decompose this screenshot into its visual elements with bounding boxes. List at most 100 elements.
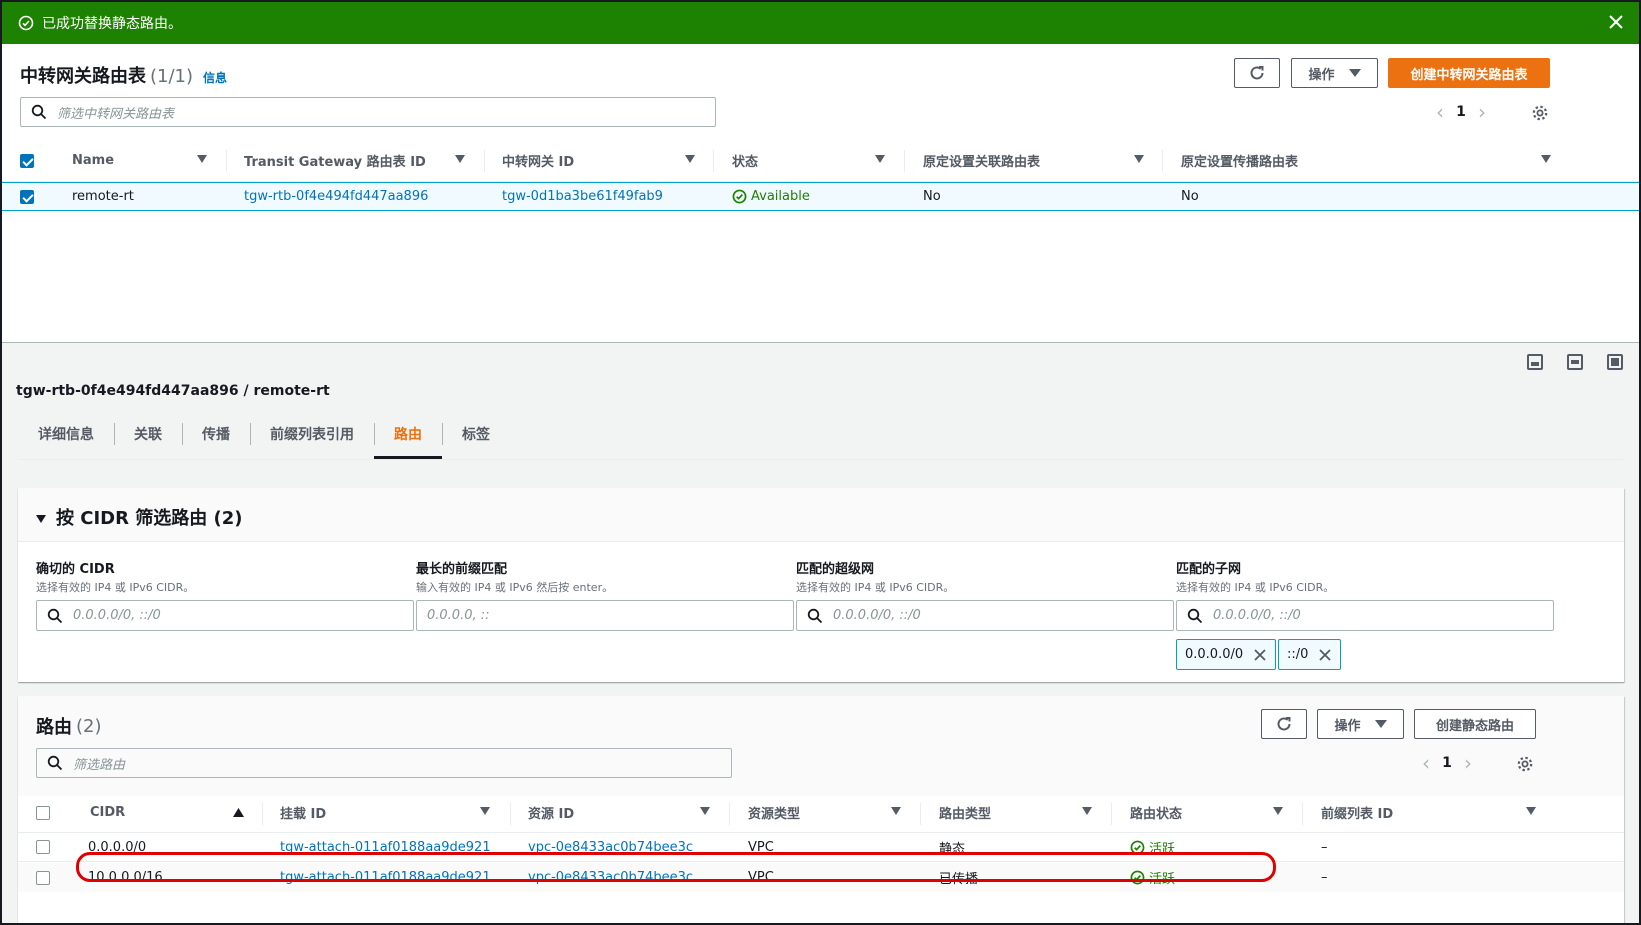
col-route-state[interactable]: 路由状态 [1130,793,1182,832]
search-icon [1187,608,1203,623]
sort-icon[interactable] [455,155,465,163]
select-all-checkbox[interactable] [36,793,50,832]
longest-prefix-field: 最长的前缀匹配 输入有效的 IP4 或 IPv6 然后按 enter。 0.0.… [416,558,794,631]
gear-icon[interactable] [1531,104,1549,122]
supernet-input[interactable]: 0.0.0.0/0, ::/0 [796,600,1174,631]
cell-attachment-link[interactable]: tgw-attach-011af0188aa9de921 [280,833,491,861]
breadcrumb: tgw-rtb-0f4e494fd447aa896 / remote-rt [16,383,330,399]
create-route-table-button[interactable]: 创建中转网关路由表 [1388,58,1550,88]
gear-icon[interactable] [1516,755,1534,773]
filter-token: ::/0 [1278,639,1342,670]
status-badge: 活跃 [1130,863,1175,892]
table-row[interactable]: 10.0.0.0/16 tgw-attach-011af0188aa9de921… [18,863,1624,892]
flash-message: 已成功替换静态路由。 [42,16,182,32]
success-flash: 已成功替换静态路由。 [2,2,1639,44]
col-resource-id[interactable]: 资源 ID [528,793,574,832]
route-tables-panel: 中转网关路由表 (1/1) 信息 操作 创建中转网关路由表 筛选中转网关路由表 … [2,44,1639,342]
col-tgw-id[interactable]: 中转网关 ID [502,140,574,181]
cell-resource-type: VPC [748,870,774,885]
remove-token-icon[interactable] [1253,648,1267,662]
col-default-prop[interactable]: 原定设置传播路由表 [1181,140,1298,181]
sort-icon[interactable] [1134,155,1144,163]
routes-actions-button[interactable]: 操作 [1317,709,1404,739]
col-route-type[interactable]: 路由类型 [939,793,991,832]
tab-details[interactable]: 详细信息 [18,413,114,455]
create-static-route-button[interactable]: 创建静态路由 [1414,709,1536,739]
next-page-icon[interactable]: › [1454,751,1482,775]
row-checkbox[interactable] [20,183,34,210]
row-checkbox[interactable] [36,863,50,892]
sort-icon[interactable] [685,155,695,163]
sort-icon[interactable] [197,155,207,163]
prev-page-icon[interactable]: ‹ [1412,751,1440,775]
exact-cidr-input[interactable]: 0.0.0.0/0, ::/0 [36,600,414,631]
sort-icon[interactable] [700,807,710,815]
col-default-assoc[interactable]: 原定设置关联路由表 [923,140,1040,181]
sort-icon[interactable] [1541,155,1551,163]
route-table-search-input[interactable]: 筛选中转网关路由表 [20,97,716,127]
routes-refresh-button[interactable] [1261,709,1307,739]
sort-asc-icon[interactable] [233,808,244,817]
tab-associations[interactable]: 关联 [114,413,182,455]
col-rtb-id[interactable]: Transit Gateway 路由表 ID [244,140,426,181]
close-icon[interactable] [1607,13,1625,31]
current-page[interactable]: 1 [1440,755,1454,771]
actions-button[interactable]: 操作 [1291,58,1378,88]
info-link[interactable]: 信息 [203,69,227,86]
tab-tags[interactable]: 标签 [442,413,510,455]
longest-prefix-input[interactable]: 0.0.0.0, :: [416,600,794,631]
search-icon [31,104,47,120]
page-title: 中转网关路由表 (1/1) 信息 [20,66,228,87]
select-all-checkbox[interactable] [20,140,34,181]
app-frame: 已成功替换静态路由。 中转网关路由表 (1/1) 信息 操作 创建中转网关路由表… [0,0,1641,925]
exact-cidr-field: 确切的 CIDR 选择有效的 IP4 或 IPv6 CIDR。 0.0.0.0/… [36,558,414,631]
cell-rtb-id-link[interactable]: tgw-rtb-0f4e494fd447aa896 [244,183,428,210]
cell-name: remote-rt [72,189,134,204]
sort-icon[interactable] [1526,807,1536,815]
col-resource-type[interactable]: 资源类型 [748,793,800,832]
cell-attachment-link[interactable]: tgw-attach-011af0188aa9de921 [280,863,491,892]
cell-default-assoc: No [923,189,941,204]
sort-icon[interactable] [1082,807,1092,815]
table-row[interactable]: remote-rt tgw-rtb-0f4e494fd447aa896 tgw-… [2,182,1639,211]
col-attachment-id[interactable]: 挂载 ID [280,793,326,832]
caret-down-icon [1374,720,1387,728]
sort-icon[interactable] [1273,807,1283,815]
current-page[interactable]: 1 [1454,104,1468,120]
col-cidr[interactable]: CIDR [90,793,125,832]
sort-icon[interactable] [875,155,885,163]
layout-full-icon[interactable] [1607,354,1623,370]
sort-icon[interactable] [480,807,490,815]
tab-routes[interactable]: 路由 [374,413,442,459]
sort-icon[interactable] [891,807,901,815]
cell-prefix-list: – [1321,870,1328,885]
cell-resource-link[interactable]: vpc-0e8433ac0b74bee3c [528,833,693,861]
refresh-button[interactable] [1234,58,1280,88]
status-badge: Available [732,183,810,210]
caret-down-icon [1348,69,1361,77]
tab-propagations[interactable]: 传播 [182,413,250,455]
layout-split-icon[interactable] [1567,354,1583,370]
success-icon [18,15,34,31]
subnet-input[interactable]: 0.0.0.0/0, ::/0 [1176,600,1554,631]
cell-resource-type: VPC [748,839,774,855]
tab-prefix-list-references[interactable]: 前缀列表引用 [250,413,374,455]
remove-token-icon[interactable] [1318,648,1332,662]
cidr-filter-toggle[interactable]: 按 CIDR 筛选路由 (2) [36,504,243,530]
detail-tabs: 详细信息 关联 传播 前缀列表引用 路由 标签 [18,413,510,459]
routes-count: (2) [76,715,102,737]
cell-tgw-id-link[interactable]: tgw-0d1ba3be61f49fab9 [502,183,663,210]
search-icon [47,755,63,771]
next-page-icon[interactable]: › [1468,100,1496,124]
cell-cidr: 0.0.0.0/0 [88,839,147,855]
col-name[interactable]: Name [72,140,114,181]
layout-bottom-icon[interactable] [1527,354,1543,370]
prev-page-icon[interactable]: ‹ [1426,100,1454,124]
row-checkbox[interactable] [36,833,50,861]
cell-resource-link[interactable]: vpc-0e8433ac0b74bee3c [528,863,693,892]
col-state[interactable]: 状态 [732,140,758,181]
table-row[interactable]: 0.0.0.0/0 tgw-attach-011af0188aa9de921 v… [18,833,1624,862]
routes-search-input[interactable]: 筛选路由 [36,748,732,778]
col-prefix-list-id[interactable]: 前缀列表 ID [1321,793,1393,832]
check-circle-icon [1130,840,1145,854]
